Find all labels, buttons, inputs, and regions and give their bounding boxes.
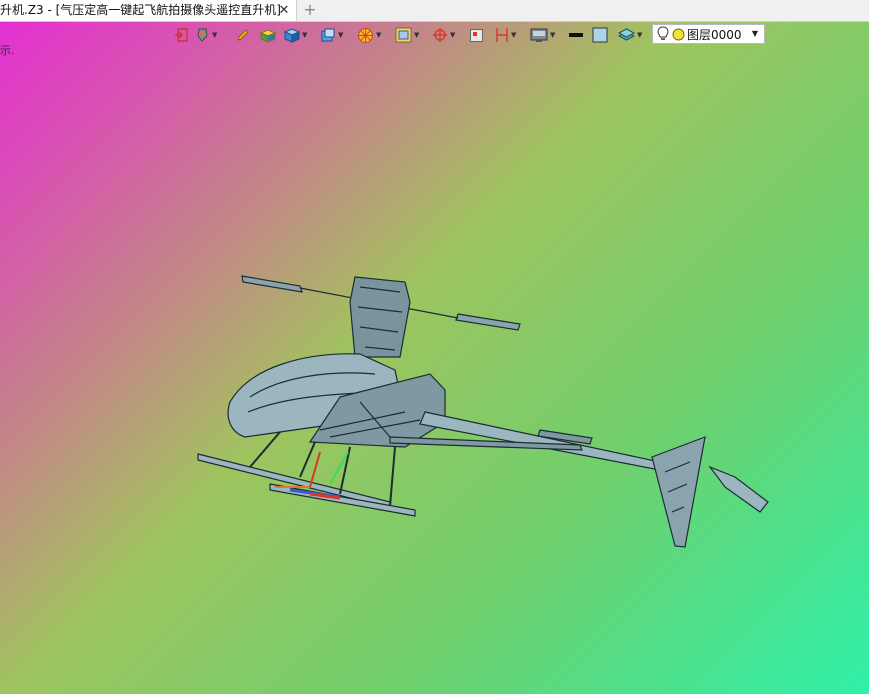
- tail-fin: [651, 436, 706, 548]
- color-swatch-icon: [592, 27, 608, 43]
- chevron-down-icon[interactable]: ▼: [414, 24, 419, 46]
- frame-select-icon: [395, 27, 412, 43]
- monitor-icon: [530, 28, 548, 42]
- rectangle-view-icon: [470, 28, 483, 42]
- chevron-down-icon[interactable]: ▼: [550, 24, 555, 46]
- line-weight-button[interactable]: [568, 24, 584, 46]
- close-icon[interactable]: ✕: [276, 0, 292, 21]
- chevron-down-icon[interactable]: ▼: [338, 24, 343, 46]
- sun-status-icon: [672, 28, 685, 40]
- view-toolbar: ▼ ▼ ▼ ▼ ▼ ▼ ▼ ▼ ▼ 图层0000 ▼: [170, 24, 770, 46]
- document-tab-bar: 升机.Z3 - [气压定高一键起飞航拍摄像头遥控直升机] ✕ +: [0, 0, 869, 22]
- main-rotor-blade-left: [241, 275, 303, 293]
- layers-icon: [618, 28, 635, 41]
- layers-button[interactable]: ▼: [618, 24, 642, 46]
- dimension-button[interactable]: ▼: [495, 24, 516, 46]
- layer-value: 图层0000: [687, 27, 742, 42]
- chevron-down-icon[interactable]: ▼: [752, 25, 758, 43]
- color-button[interactable]: [592, 24, 608, 46]
- chevron-down-icon[interactable]: ▼: [450, 24, 455, 46]
- snap-button[interactable]: ▼: [432, 24, 455, 46]
- sun-filter-icon: [358, 27, 373, 43]
- view-orientation-button[interactable]: ▼: [320, 24, 343, 46]
- chevron-down-icon[interactable]: ▼: [511, 24, 516, 46]
- dimension-icon: [496, 28, 508, 42]
- document-tab[interactable]: 升机.Z3 - [气压定高一键起飞航拍摄像头遥控直升机] ✕: [0, 0, 297, 21]
- shaded-button[interactable]: [259, 24, 276, 46]
- line-weight-icon: [569, 33, 583, 37]
- display-button[interactable]: ▼: [530, 24, 555, 46]
- exit-icon: [175, 28, 188, 42]
- chevron-down-icon[interactable]: ▼: [637, 24, 642, 46]
- pencil-icon: [237, 29, 249, 41]
- paint-button[interactable]: ▼: [196, 24, 217, 46]
- plus-icon[interactable]: +: [302, 0, 318, 20]
- cube-layers-icon: [321, 28, 335, 41]
- cube-blue-icon: [283, 28, 300, 43]
- render-mode-button[interactable]: ▼: [283, 24, 307, 46]
- main-rotor-blade-right: [455, 313, 521, 331]
- paint-bucket-icon: [197, 28, 208, 42]
- frame-select-button[interactable]: ▼: [395, 24, 419, 46]
- crosshair-icon: [433, 28, 447, 42]
- chevron-down-icon[interactable]: ▼: [376, 24, 381, 46]
- chevron-down-icon[interactable]: ▼: [212, 24, 217, 46]
- document-tab-title: 升机.Z3 - [气压定高一键起飞航拍摄像头遥控直升机]: [0, 3, 281, 17]
- sketch-button[interactable]: [236, 24, 250, 46]
- left-panel-fragment: 示.: [0, 44, 15, 57]
- chevron-down-icon[interactable]: ▼: [302, 24, 307, 46]
- box-yellow-icon: [259, 28, 276, 43]
- view-rectangle-button[interactable]: [469, 24, 484, 46]
- lightbulb-icon: [657, 26, 669, 40]
- helicopter-model[interactable]: [190, 262, 780, 562]
- exit-button[interactable]: [174, 24, 188, 46]
- tail-rotor: [708, 465, 769, 513]
- filter-button[interactable]: ▼: [357, 24, 381, 46]
- layer-select[interactable]: 图层0000 ▼: [652, 24, 765, 44]
